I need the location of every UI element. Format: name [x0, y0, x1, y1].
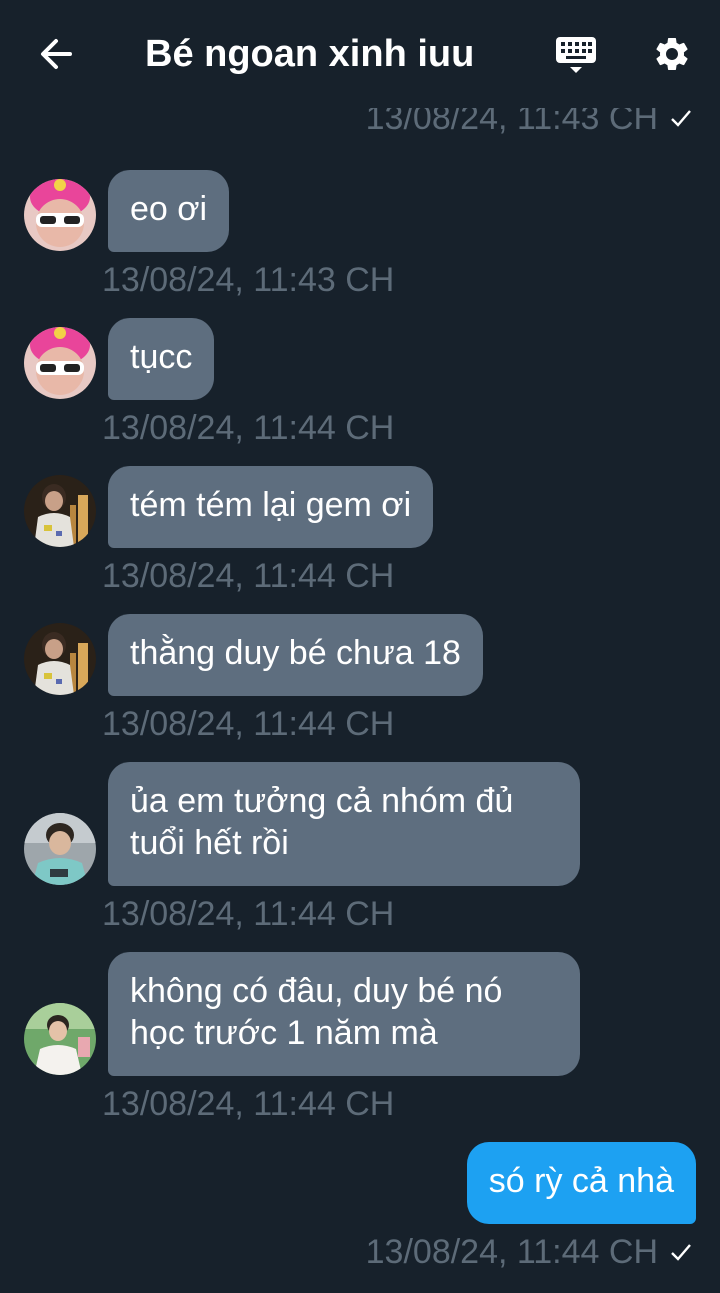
back-button[interactable] [30, 30, 82, 82]
keyboard-button[interactable] [550, 30, 602, 82]
message-bubble[interactable]: thằng duy bé chưa 18 [108, 614, 483, 696]
avatar[interactable] [24, 813, 96, 885]
message-timestamp: 13/08/24, 11:44 CH [102, 1085, 395, 1123]
message-text: thằng duy bé chưa 18 [130, 634, 461, 672]
avatar[interactable] [24, 1003, 96, 1075]
check-icon [670, 1242, 692, 1262]
message-timestamp: 13/08/24, 11:44 CH [102, 895, 395, 933]
message-bubble[interactable]: tụcc [108, 318, 215, 400]
message-timestamp: 13/08/24, 11:44 CH [102, 705, 395, 743]
message-text: không có đâu, duy bé nó học trước 1 năm … [130, 972, 503, 1052]
message-timestamp: 13/08/24, 11:44 CH [102, 557, 395, 595]
message-bubble[interactable]: ủa em tưởng cả nhóm đủ tuổi hết rồi [108, 762, 580, 886]
message-text: tụcc [130, 338, 193, 376]
message-text: eo ơi [130, 190, 208, 228]
gear-icon [652, 34, 692, 79]
settings-button[interactable] [646, 30, 698, 82]
app-header: Bé ngoan xinh iuu [0, 0, 720, 108]
message-text: só rỳ cả nhà [488, 1162, 674, 1200]
message-bubble[interactable]: tém tém lại gem ơi [108, 466, 434, 548]
message-timestamp: 13/08/24, 11:43 CH [102, 261, 395, 299]
avatar[interactable] [24, 623, 96, 695]
timestamp-text: 13/08/24, 11:44 CH [365, 1233, 658, 1271]
keyboard-icon [554, 33, 598, 80]
outgoing-message-bubble[interactable]: só rỳ cả nhà [466, 1142, 696, 1224]
chat-title: Bé ngoan xinh iuu [145, 33, 475, 75]
avatar[interactable] [24, 327, 96, 399]
avatar[interactable] [24, 179, 96, 251]
arrow-left-icon [36, 34, 76, 79]
message-bubble[interactable]: eo ơi [108, 170, 230, 252]
chat-area: 13/08/24, 11:43 CH eo ơi 13/08/24, 11:43… [0, 0, 720, 1293]
message-bubble[interactable]: không có đâu, duy bé nó học trước 1 năm … [108, 952, 580, 1076]
message-text: tém tém lại gem ơi [130, 486, 412, 524]
message-timestamp: 13/08/24, 11:44 CH [102, 409, 395, 447]
avatar[interactable] [24, 475, 96, 547]
message-timestamp: 13/08/24, 11:44 CH [366, 1232, 692, 1272]
message-text: ủa em tưởng cả nhóm đủ tuổi hết rồi [130, 782, 514, 862]
check-icon [670, 108, 692, 128]
